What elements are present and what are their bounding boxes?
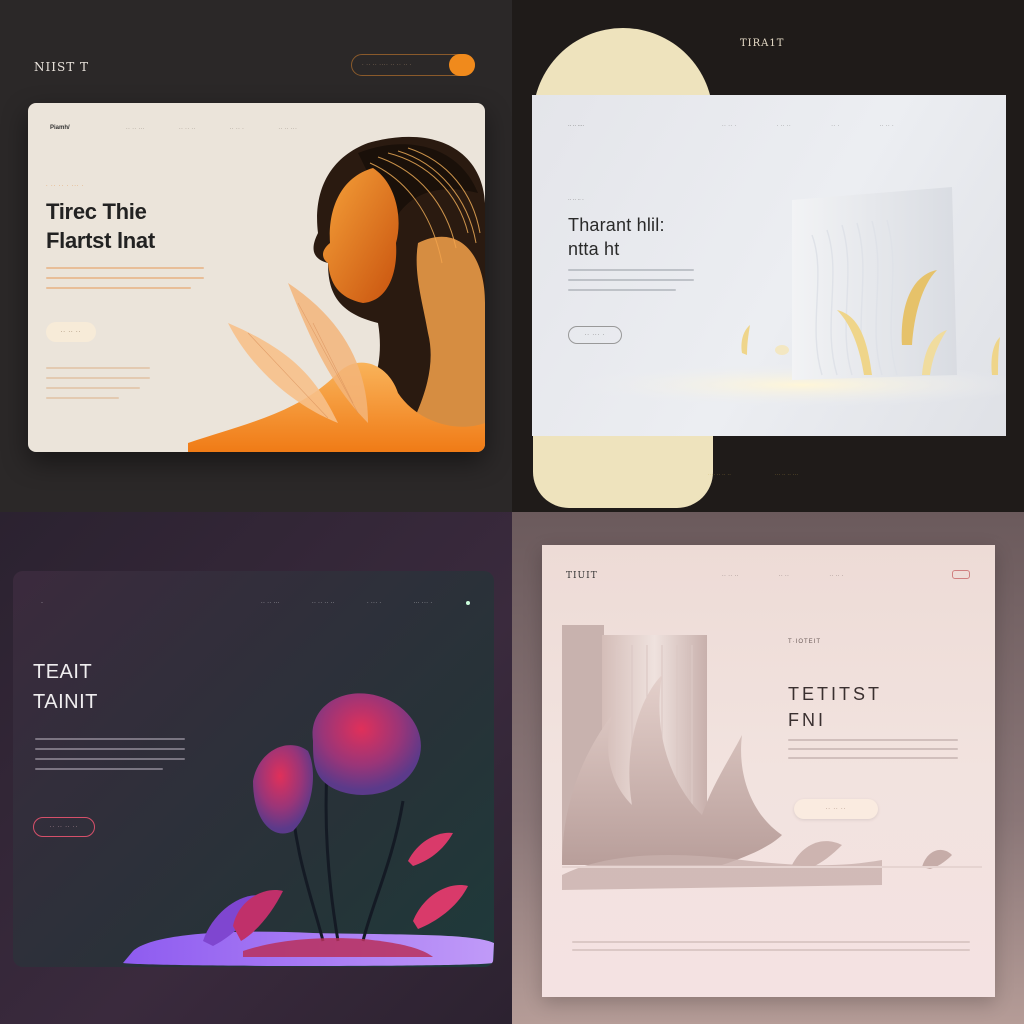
panel-dark-bloom: · ·· ·· ··· ·· ·· ·· ·· · ··· · ··· ··· … [0,512,512,1024]
search-submit-button[interactable] [449,54,475,76]
portrait-illustration [188,136,485,452]
top-nav: ·· ·· · · ·· ·· ·· · ·· ·· · [722,123,894,129]
hero-title-line: TEAIT [33,661,93,683]
secondary-text [46,367,150,399]
panel-orange-portrait: NIIST T · ·· ·· ···· ·· ·· ·· · Piamh/ ·… [0,0,512,512]
footer-link[interactable]: ···· ·· ·· ·· [708,472,731,477]
flower-illustration [123,693,494,966]
nav-item[interactable]: ·· ·· · [722,123,737,129]
footer-link[interactable]: ··· ·· ·· ··· [775,472,798,477]
card-logo[interactable]: Piamh/ [50,125,70,131]
sculpture-illustration [572,187,1006,407]
hero-title: Tirec Thie Flartst lnat [46,197,155,255]
nav-item[interactable]: ·· ·· ··· [126,126,145,132]
menu-dot-icon[interactable] [466,601,470,605]
top-nav: ·· ·· ··· ·· ·· ·· ·· · ··· · ··· ··· · [261,600,432,606]
nav-item[interactable]: ·· ·· ··· [261,600,280,606]
sculpture-illustration [562,625,982,890]
search-bar[interactable]: · ·· ·· ···· ·· ·· ·· · [351,54,475,76]
panel-white-sculpture: TIRA1T ·· ·· ···· ·· ·· · · ·· ·· ·· · ·… [512,0,1024,512]
nav-item[interactable]: ·· · [831,123,839,129]
eyebrow-text: · ·· ·· · ··· · [46,183,85,189]
nav-item[interactable]: ·· ·· ·· [722,573,739,579]
card-logo[interactable]: · [41,600,43,606]
nav-item[interactable]: ··· ··· · [414,600,433,606]
hero-title-line: TAINIT [33,691,98,713]
footer-text [572,941,970,951]
hero-card: Piamh/ ·· ·· ··· ·· ·· ·· ·· ·· · ·· ·· … [28,103,485,452]
panel-pink-sculpture: TIUIT ·· ·· ·· ·· ·· ·· ·· · T·IOTEIT TE… [512,512,1024,1024]
card-logo[interactable]: TIUIT [566,571,598,581]
nav-item[interactable]: ·· ·· · [829,573,844,579]
hero-body-text [46,267,204,289]
cta-button[interactable]: ·· ·· ·· [46,322,96,342]
hero-card: · ·· ·· ··· ·· ·· ·· ·· · ··· · ··· ··· … [13,571,494,967]
nav-item[interactable]: ·· ·· · [880,123,895,129]
card-logo[interactable]: ·· ·· ···· [568,123,584,129]
brand-logo[interactable]: TIRA1T [740,38,784,49]
nav-item[interactable]: ·· ·· [779,573,790,579]
menu-button[interactable] [952,570,970,579]
cta-button[interactable]: ·· ·· ·· ·· [33,817,95,837]
top-nav: ·· ·· ·· ·· ·· ·· ·· · [722,573,844,579]
nav-item[interactable]: · ··· · [367,600,382,606]
search-placeholder: · ·· ·· ···· ·· ·· ·· · [362,62,413,68]
brand-logo[interactable]: NIIST T [34,60,89,74]
nav-item[interactable]: · ·· ·· [777,123,792,129]
footer-links: ···· ·· ·· ·· ··· ·· ·· ··· [708,472,798,477]
hero-card: ·· ·· ···· ·· ·· · · ·· ·· ·· · ·· ·· · … [532,95,1006,436]
hero-title: TEAIT TAINIT [33,657,98,717]
hero-card: TIUIT ·· ·· ·· ·· ·· ·· ·· · T·IOTEIT TE… [542,545,995,997]
nav-item[interactable]: ·· ·· ·· ·· [312,600,335,606]
hero-title-line: Flartst lnat [46,228,155,253]
hero-title-line: Tirec Thie [46,199,147,224]
